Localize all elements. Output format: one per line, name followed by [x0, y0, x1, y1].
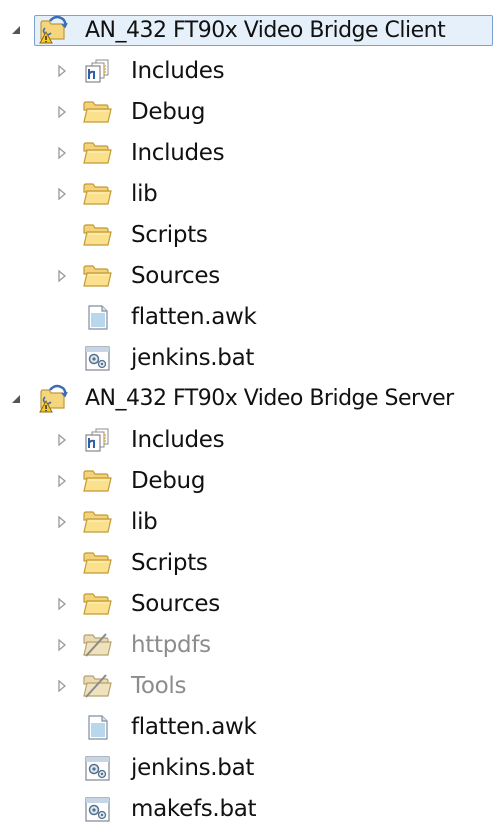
bat-file-icon: [82, 795, 112, 823]
tree-item[interactable]: Tools: [0, 665, 498, 706]
text-file-icon: [82, 303, 112, 331]
project-row[interactable]: AN_432 FT90x Video Bridge Server: [0, 378, 498, 419]
folder-icon: [82, 98, 112, 126]
c-project-warning-icon: [37, 384, 69, 414]
tree-item[interactable]: lib: [0, 173, 498, 214]
tree-item[interactable]: jenkins.bat: [0, 337, 498, 378]
bat-file-icon: [82, 754, 112, 782]
tree-item-label: lib: [131, 508, 158, 535]
folder-icon: [82, 590, 112, 618]
collapse-arrow-icon[interactable]: [9, 378, 23, 419]
expand-arrow-icon[interactable]: [55, 419, 69, 460]
tree-item-label: jenkins.bat: [131, 754, 255, 781]
tree-item-label: Sources: [131, 590, 220, 617]
tree-item-label: flatten.awk: [131, 303, 257, 330]
tree-item[interactable]: Sources: [0, 583, 498, 624]
tree-item-label: Debug: [131, 98, 206, 125]
folder-icon: [82, 467, 112, 495]
excluded-folder-icon: [82, 672, 112, 700]
folder-icon: [82, 508, 112, 536]
tree-item-label: Tools: [131, 672, 187, 699]
expand-arrow-icon[interactable]: [55, 50, 69, 91]
tree-item-label: Scripts: [131, 549, 208, 576]
tree-item-label: lib: [131, 180, 158, 207]
tree-item[interactable]: Scripts: [0, 214, 498, 255]
tree-item-label: makefs.bat: [131, 795, 257, 822]
project-name: AN_432 FT90x Video Bridge Client: [85, 17, 446, 43]
collapse-arrow-icon[interactable]: [9, 10, 23, 50]
project-row[interactable]: AN_432 FT90x Video Bridge Client: [0, 10, 498, 50]
expand-arrow-icon[interactable]: [55, 501, 69, 542]
tree-item-label: Includes: [131, 426, 225, 453]
tree-item[interactable]: Includes: [0, 419, 498, 460]
expand-arrow-icon[interactable]: [55, 624, 69, 665]
tree-item[interactable]: flatten.awk: [0, 296, 498, 337]
tree-item-label: Sources: [131, 262, 220, 289]
includes-icon: [82, 426, 112, 454]
folder-icon: [82, 549, 112, 577]
tree-item-label: Debug: [131, 467, 206, 494]
folder-icon: [82, 262, 112, 290]
excluded-folder-icon: [82, 631, 112, 659]
expand-arrow-icon[interactable]: [55, 255, 69, 296]
expand-arrow-icon[interactable]: [55, 665, 69, 706]
text-file-icon: [82, 713, 112, 741]
tree-item[interactable]: Debug: [0, 460, 498, 501]
tree-item-label: flatten.awk: [131, 713, 257, 740]
tree-item[interactable]: jenkins.bat: [0, 747, 498, 788]
tree-item[interactable]: Includes: [0, 50, 498, 91]
tree-item[interactable]: Scripts: [0, 542, 498, 583]
tree-item[interactable]: Sources: [0, 255, 498, 296]
folder-icon: [82, 180, 112, 208]
tree-item[interactable]: makefs.bat: [0, 788, 498, 829]
tree-item[interactable]: Includes: [0, 132, 498, 173]
tree-item-label: httpdfs: [131, 631, 211, 658]
expand-arrow-icon[interactable]: [55, 173, 69, 214]
expand-arrow-icon[interactable]: [55, 460, 69, 501]
tree-item[interactable]: lib: [0, 501, 498, 542]
tree-item-label: Includes: [131, 139, 225, 166]
bat-file-icon: [82, 344, 112, 372]
folder-icon: [82, 139, 112, 167]
includes-icon: [82, 57, 112, 85]
tree-item-label: jenkins.bat: [131, 344, 255, 371]
folder-icon: [82, 221, 112, 249]
project-explorer-tree: AN_432 FT90x Video Bridge Client Include…: [0, 0, 498, 829]
c-project-warning-icon: [37, 15, 69, 45]
tree-item-label: Scripts: [131, 221, 208, 248]
tree-item[interactable]: flatten.awk: [0, 706, 498, 747]
project-name: AN_432 FT90x Video Bridge Server: [85, 386, 454, 411]
expand-arrow-icon[interactable]: [55, 91, 69, 132]
expand-arrow-icon[interactable]: [55, 132, 69, 173]
tree-item[interactable]: httpdfs: [0, 624, 498, 665]
expand-arrow-icon[interactable]: [55, 583, 69, 624]
tree-item-label: Includes: [131, 57, 225, 84]
tree-item[interactable]: Debug: [0, 91, 498, 132]
